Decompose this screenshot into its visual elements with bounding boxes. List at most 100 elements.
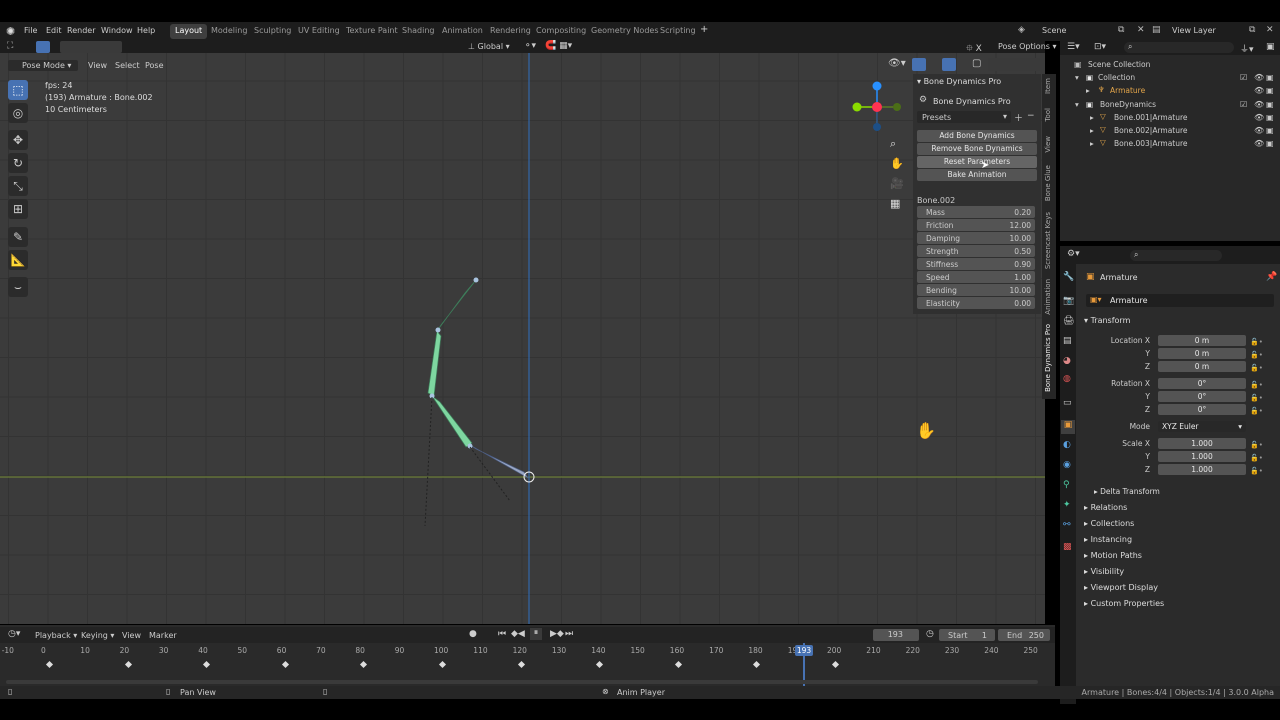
pose-options-dropdown[interactable]: Pose Options ▾	[998, 42, 1057, 51]
camera-icon[interactable]: ▣	[1266, 126, 1274, 135]
menu-edit[interactable]: Edit	[46, 26, 62, 35]
editor-type-icon[interactable]: ⛶	[7, 41, 13, 51]
overlay-toggle-icon[interactable]	[942, 58, 956, 71]
cancel-icon[interactable]: ⊗	[602, 687, 609, 696]
custom-properties-section[interactable]: ▸ Custom Properties	[1084, 599, 1164, 608]
tab-view[interactable]: View	[1044, 136, 1054, 153]
menu-render[interactable]: Render	[67, 26, 95, 35]
jump-end-icon[interactable]: ⏭	[565, 629, 573, 639]
view-layer-icon[interactable]: ▤	[1152, 25, 1161, 35]
instancing-section[interactable]: ▸ Instancing	[1084, 535, 1132, 544]
keyframe-marker[interactable]	[45, 660, 54, 669]
properties-search-input[interactable]: ⌕	[1130, 250, 1222, 261]
location-y-field[interactable]: 0 m	[1158, 348, 1246, 359]
snap-icon[interactable]: 🧲 ▦▾	[545, 41, 572, 51]
camera-icon[interactable]: ▣	[1266, 73, 1274, 82]
pan-hand-icon[interactable]: ✋	[890, 157, 904, 170]
checkbox-icon[interactable]: ☑	[1240, 73, 1247, 82]
outliner-item-armature[interactable]: Armature	[1110, 86, 1145, 95]
eye-icon[interactable]: 👁	[1254, 139, 1264, 148]
jump-start-icon[interactable]: ⏮	[498, 629, 506, 639]
expand-icon[interactable]: ▸	[1086, 86, 1090, 95]
transform-tool-icon[interactable]: ⊞	[8, 199, 28, 219]
rotation-z-field[interactable]: 0°	[1158, 404, 1246, 415]
scale-z-field[interactable]: 1.000	[1158, 464, 1246, 475]
grid-icon[interactable]: ▦	[890, 197, 900, 210]
constraint-tab-icon[interactable]: ⚲	[1063, 480, 1070, 490]
move-tool-icon[interactable]: ✥	[8, 130, 28, 150]
record-icon[interactable]: ●	[469, 629, 477, 639]
outliner-item-bone002[interactable]: Bone.002|Armature	[1114, 126, 1188, 135]
menu-keying[interactable]: Keying ▾	[81, 631, 114, 640]
cursor-tool-icon[interactable]: ◎	[8, 103, 28, 123]
menu-view[interactable]: View	[122, 631, 141, 640]
camera-icon[interactable]: ▣	[1266, 86, 1274, 95]
timeline-editor-icon[interactable]: ◷▾	[8, 629, 20, 639]
zoom-icon[interactable]: ⌕	[890, 137, 896, 151]
close-icon[interactable]: ✕	[1137, 25, 1145, 35]
object-name-field[interactable]: ▣▾ Armature	[1086, 294, 1274, 307]
scale-x-field[interactable]: 1.000	[1158, 438, 1246, 449]
param-mass[interactable]: Mass 0.20	[917, 206, 1035, 218]
delta-transform-section[interactable]: ▸ Delta Transform	[1094, 487, 1160, 496]
properties-editor-icon[interactable]: ⚙▾	[1067, 249, 1080, 259]
tab-compositing[interactable]: Compositing	[531, 24, 591, 39]
param-friction[interactable]: Friction 12.00	[917, 219, 1035, 231]
copy-layer-icon[interactable]: ⧉	[1249, 25, 1255, 35]
collections-section[interactable]: ▸ Collections	[1084, 519, 1134, 528]
remove-preset-icon[interactable]: −	[1027, 111, 1035, 121]
measure-tool-icon[interactable]: 📐	[8, 250, 28, 270]
next-keyframe-icon[interactable]: ▶◆	[550, 629, 564, 639]
tab-modeling[interactable]: Modeling	[206, 24, 252, 39]
select-mode-buttons[interactable]	[60, 41, 122, 53]
remove-bone-dynamics-button[interactable]: Remove Bone Dynamics	[917, 143, 1037, 155]
location-x-field[interactable]: 0 m	[1158, 335, 1246, 346]
tab-screencast-keys[interactable]: Screencast Keys	[1044, 212, 1054, 269]
close-layer-icon[interactable]: ✕	[1266, 25, 1274, 35]
mirror-icon[interactable]: ⯐ X	[966, 41, 982, 57]
eye-icon[interactable]: 👁	[1254, 100, 1264, 109]
rotation-mode-dropdown[interactable]: XYZ Euler ▾	[1158, 421, 1246, 432]
motion-paths-section[interactable]: ▸ Motion Paths	[1084, 551, 1142, 560]
add-bone-dynamics-button[interactable]: Add Bone Dynamics	[917, 130, 1037, 142]
add-workspace-button[interactable]: +	[700, 24, 708, 35]
outliner-item-bone001[interactable]: Bone.001|Armature	[1114, 113, 1188, 122]
expand-icon[interactable]: ▾	[1075, 73, 1079, 82]
view-layer-selector[interactable]: View Layer	[1172, 26, 1216, 35]
panel-header[interactable]: ▾ Bone Dynamics Pro	[917, 77, 1001, 86]
tab-uv-editing[interactable]: UV Editing	[293, 24, 345, 39]
outliner-search-input[interactable]: ⌕	[1124, 42, 1234, 53]
camera-icon[interactable]: ▣	[1266, 139, 1274, 148]
copy-icon[interactable]: ⧉	[1118, 25, 1124, 35]
prev-keyframe-icon[interactable]: ◆◀	[511, 629, 525, 639]
data-tab-icon[interactable]: ✦	[1063, 500, 1071, 510]
keyframe-marker[interactable]	[674, 660, 682, 669]
orientation-dropdown[interactable]: ⊥ Global ▾	[468, 42, 510, 51]
select-box-icon[interactable]	[36, 41, 50, 53]
rotation-y-field[interactable]: 0°	[1158, 391, 1246, 402]
clock-icon[interactable]: ◷	[926, 629, 934, 639]
outliner-item-scene-collection[interactable]: Scene Collection	[1088, 60, 1150, 69]
scene-icon[interactable]: ◈	[1018, 25, 1025, 35]
bone-tab-icon[interactable]: ⚯	[1063, 520, 1071, 530]
visibility-icon[interactable]: 👁▾	[888, 58, 906, 69]
keyframe-marker[interactable]	[438, 660, 447, 669]
timeline-scrollbar[interactable]	[6, 680, 1038, 684]
presets-dropdown[interactable]: Presets ▾	[917, 111, 1011, 123]
param-bending[interactable]: Bending 10.00	[917, 284, 1035, 296]
visibility-section[interactable]: ▸ Visibility	[1084, 567, 1124, 576]
transform-section[interactable]: ▾ Transform	[1084, 316, 1130, 325]
outliner-item-collection[interactable]: Collection	[1098, 73, 1135, 82]
tab-sculpting[interactable]: Sculpting	[249, 24, 296, 39]
param-damping[interactable]: Damping 10.00	[917, 232, 1035, 244]
tab-scripting[interactable]: Scripting	[655, 24, 701, 39]
select-tool-icon[interactable]: ⬚	[8, 80, 28, 100]
tab-rendering[interactable]: Rendering	[485, 24, 536, 39]
keyframe-marker[interactable]	[360, 660, 368, 669]
pin-icon[interactable]: 📌	[1266, 272, 1277, 282]
menu-view[interactable]: View	[88, 61, 107, 70]
display-mode-icon[interactable]: ⊡▾	[1094, 42, 1106, 52]
scene-selector[interactable]: Scene	[1042, 26, 1066, 35]
scale-y-field[interactable]: 1.000	[1158, 451, 1246, 462]
keyframe-marker[interactable]	[517, 660, 525, 669]
